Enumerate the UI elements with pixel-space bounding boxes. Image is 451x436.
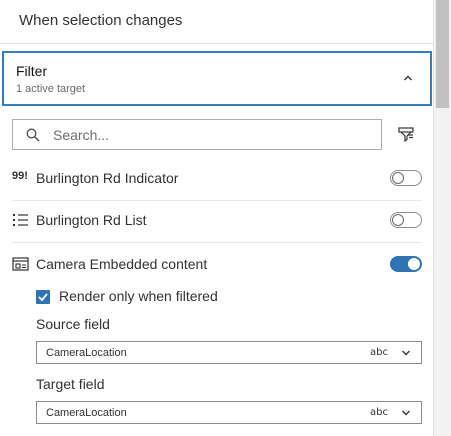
filter-subtitle: 1 active target (16, 83, 86, 95)
target-toggle-embedded[interactable] (390, 256, 422, 272)
target-toggle-indicator[interactable] (390, 170, 422, 186)
target-label: Burlington Rd List (36, 212, 147, 228)
source-field-value: CameraLocation (46, 347, 127, 359)
vertical-scrollbar[interactable] (433, 0, 451, 436)
target-label: Burlington Rd Indicator (36, 170, 179, 186)
target-field-label: Target field (36, 376, 105, 392)
list-icon (13, 214, 28, 226)
toggle-knob (408, 258, 420, 270)
chevron-down-icon (402, 410, 410, 416)
toggle-knob (392, 172, 404, 184)
target-row-list: Burlington Rd List (12, 200, 422, 242)
target-row-embedded: Camera Embedded content (12, 244, 422, 286)
filter-section-header[interactable]: Filter 1 active target (2, 51, 432, 106)
chevron-up-icon[interactable] (403, 73, 413, 83)
render-filtered-label: Render only when filtered (59, 288, 218, 304)
target-toggle-list[interactable] (390, 212, 422, 228)
header-title: When selection changes (19, 12, 183, 29)
target-field-select[interactable]: CameraLocation abc (36, 401, 422, 424)
target-row-indicator: 99! Burlington Rd Indicator (12, 158, 422, 200)
target-field-value: CameraLocation (46, 407, 127, 419)
panel-header: When selection changes (0, 0, 433, 44)
indicator-icon: 99! (12, 170, 28, 182)
string-type-icon: abc (370, 347, 388, 358)
filter-options-icon[interactable] (396, 125, 416, 143)
chevron-down-icon (402, 350, 410, 356)
search-box[interactable] (12, 119, 382, 150)
source-field-label: Source field (36, 316, 110, 332)
filter-title: Filter (16, 63, 48, 79)
scrollbar-thumb[interactable] (436, 0, 449, 108)
action-settings-panel: When selection changes Filter 1 active t… (0, 0, 433, 436)
search-icon (26, 128, 40, 142)
string-type-icon: abc (370, 407, 388, 418)
toggle-knob (392, 214, 404, 226)
embed-icon (12, 257, 29, 271)
search-input[interactable] (53, 124, 373, 146)
render-filtered-checkbox[interactable] (36, 290, 50, 304)
target-label: Camera Embedded content (36, 256, 208, 272)
source-field-select[interactable]: CameraLocation abc (36, 341, 422, 364)
row-divider (12, 242, 422, 243)
